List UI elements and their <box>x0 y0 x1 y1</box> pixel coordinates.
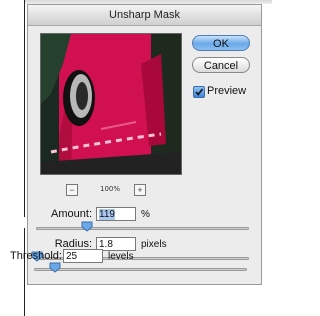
amount-slider-track[interactable] <box>36 227 249 230</box>
threshold-slider-track[interactable] <box>34 268 247 271</box>
preview-image[interactable] <box>40 33 182 175</box>
amount-input[interactable]: 119 <box>96 207 136 221</box>
zoom-level: 100% <box>99 185 120 193</box>
dialog-title[interactable]: Unsharp Mask <box>28 5 261 26</box>
background-gap <box>0 216 24 228</box>
threshold-slider-handle[interactable] <box>49 262 61 273</box>
cancel-button[interactable]: Cancel <box>192 57 250 73</box>
amount-unit: % <box>141 209 150 220</box>
amount-label: Amount: <box>51 208 92 220</box>
threshold-input[interactable]: 25 <box>63 249 103 263</box>
amount-value: 119 <box>99 209 115 220</box>
preview-checkbox[interactable] <box>193 86 205 98</box>
zoom-in-button[interactable]: + <box>134 184 146 196</box>
ok-button[interactable]: OK <box>192 35 250 51</box>
checkmark-icon <box>195 88 204 96</box>
threshold-label: Threshold: <box>10 250 62 262</box>
amount-slider-handle[interactable] <box>81 221 93 232</box>
zoom-out-button[interactable]: − <box>66 184 78 196</box>
threshold-unit: levels <box>108 251 134 262</box>
zoom-controls: − 100% + <box>40 183 180 197</box>
unsharp-mask-dialog: Unsharp Mask − 100% + OK Cancel Preview … <box>27 4 262 285</box>
preview-photo-graphic <box>41 34 181 174</box>
threshold-value: 25 <box>66 251 78 262</box>
background-document-panel <box>0 0 25 217</box>
preview-label: Preview <box>207 85 247 97</box>
radius-unit: pixels <box>141 239 167 250</box>
background-document-panel-lower <box>0 228 25 316</box>
